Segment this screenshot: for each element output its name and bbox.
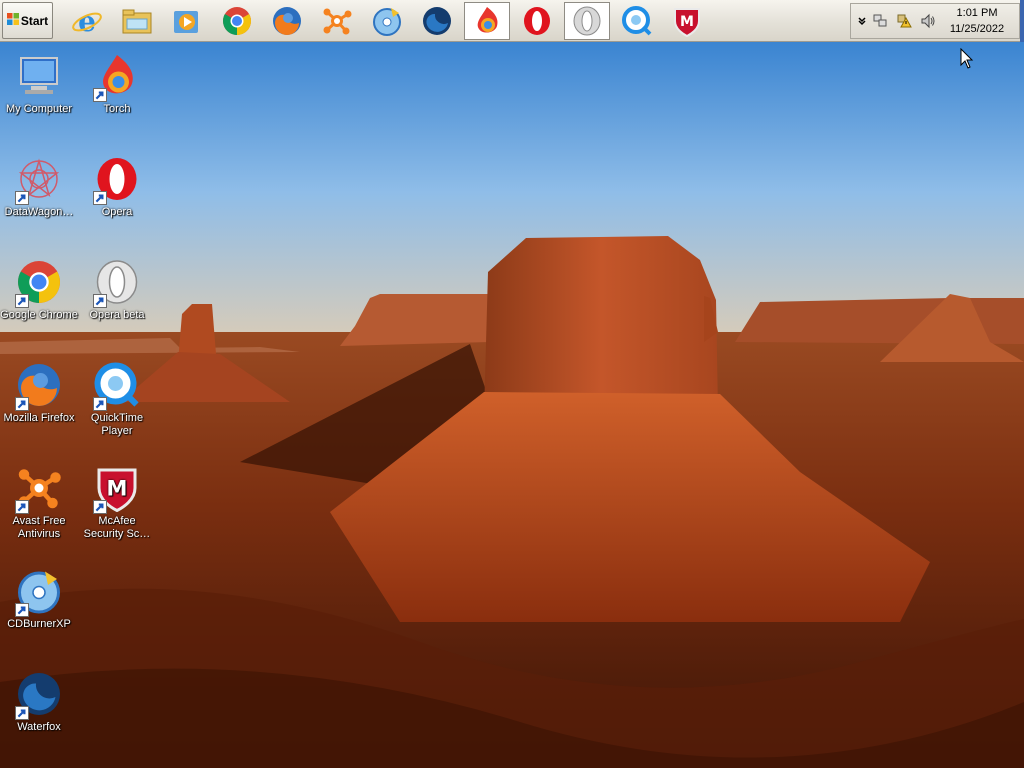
desktop-icon-opera[interactable]: Opera: [78, 155, 156, 219]
desktop-icon-mozilla-firefox[interactable]: Mozilla Firefox: [0, 361, 78, 425]
quick-launch-torch[interactable]: [464, 2, 510, 40]
quick-launch-opera-beta[interactable]: [564, 2, 610, 40]
svg-text:M: M: [680, 14, 694, 30]
desktop-icon-label: Opera: [101, 206, 133, 218]
desktop-icon-cdburnerxp[interactable]: CDBurnerXP: [0, 567, 78, 631]
desktop-icon-label: DataWagon…: [4, 206, 74, 218]
security-warning-icon[interactable]: [895, 12, 913, 30]
desktop-icon-my-computer[interactable]: My Computer: [0, 52, 78, 116]
quick-launch-mcafee[interactable]: M: [664, 2, 710, 40]
quick-launch-windows-explorer[interactable]: [114, 2, 160, 40]
desktop[interactable]: My Computer DataWagon… Google Chrome Moz…: [0, 42, 1024, 768]
shortcut-arrow-icon: [93, 88, 107, 102]
desktop-icon-torch[interactable]: Torch: [78, 52, 156, 116]
quick-launch-media-player[interactable]: [164, 2, 210, 40]
desktop-icon-label: Torch: [103, 103, 131, 115]
shortcut-arrow-icon: [93, 500, 107, 514]
quick-launch-mozilla-firefox[interactable]: [264, 2, 310, 40]
shortcut-arrow-icon: [93, 191, 107, 205]
desktop-icon-label: Opera beta: [89, 309, 145, 321]
desktop-icon-avast[interactable]: Avast Free Antivirus: [0, 464, 78, 541]
desktop-icon-opera-beta[interactable]: Opera beta: [78, 258, 156, 322]
mouse-cursor-icon: [960, 48, 974, 69]
show-desktop-button[interactable]: [1020, 0, 1024, 42]
desktop-icon-label: Avast Free Antivirus: [12, 515, 66, 540]
shortcut-arrow-icon: [15, 294, 29, 308]
quick-launch-waterfox[interactable]: [414, 2, 460, 40]
cdburner-icon: [373, 8, 401, 36]
chevron-down-icon[interactable]: [853, 12, 871, 30]
shortcut-arrow-icon: [93, 397, 107, 411]
volume-icon[interactable]: [919, 12, 937, 30]
quick-launch-avast[interactable]: [314, 2, 360, 40]
shortcut-arrow-icon: [15, 603, 29, 617]
desktop-icon-label: McAfee Security Sc…: [83, 515, 151, 540]
waterfox-icon: [423, 7, 451, 35]
torch-icon: [477, 7, 498, 33]
folder-icon: [122, 9, 152, 34]
clock-date[interactable]: 11/25/2022: [943, 23, 1011, 35]
svg-text:e: e: [78, 5, 96, 37]
system-tray: 1:01 PM 11/25/2022: [850, 3, 1020, 39]
quick-launch-internet-explorer[interactable]: e: [64, 2, 110, 40]
firefox-icon: [273, 7, 301, 35]
start-label: Start: [20, 13, 49, 28]
chrome-icon: [223, 7, 251, 35]
shortcut-arrow-icon: [15, 397, 29, 411]
shortcut-arrow-icon: [15, 191, 29, 205]
desktop-icon-quicktime[interactable]: QuickTime Player: [78, 361, 156, 438]
desktop-icon-mcafee[interactable]: M McAfee Security Sc…: [78, 464, 156, 541]
avast-icon: [323, 8, 352, 35]
svg-text:M: M: [107, 477, 128, 501]
shortcut-arrow-icon: [15, 706, 29, 720]
ie-icon: e: [72, 5, 102, 37]
computer-icon: [20, 57, 58, 94]
start-button[interactable]: Start: [2, 2, 53, 39]
opera-icon: [524, 7, 550, 35]
quick-launch-opera[interactable]: [514, 2, 560, 40]
desktop-icon-label: Google Chrome: [0, 309, 78, 321]
desktop-icon-google-chrome[interactable]: Google Chrome: [0, 258, 78, 322]
desktop-icon-datawagon[interactable]: DataWagon…: [0, 155, 78, 219]
desktop-icon-label: Waterfox: [17, 721, 61, 733]
quick-launch-quicktime[interactable]: [614, 2, 660, 40]
taskbar: Start e M 1:01 PM 11/25/2022: [0, 0, 1024, 42]
opera-beta-icon: [573, 6, 601, 36]
desktop-icon-waterfox[interactable]: Waterfox: [0, 670, 78, 734]
quicktime-icon: [622, 6, 652, 36]
network-icon[interactable]: [871, 12, 889, 30]
mcafee-icon: M: [674, 8, 700, 37]
desktop-icon-label: Mozilla Firefox: [3, 412, 75, 424]
media-player-icon: [174, 11, 198, 33]
desktop-icon-label: My Computer: [5, 103, 73, 115]
desktop-icon-label: CDBurnerXP: [7, 618, 71, 630]
quick-launch-google-chrome[interactable]: [214, 2, 260, 40]
desktop-icon-label: QuickTime Player: [90, 412, 144, 437]
windows-logo-icon: [6, 13, 19, 28]
quick-launch-cdburnerxp[interactable]: [364, 2, 410, 40]
clock-time[interactable]: 1:01 PM: [943, 7, 1011, 19]
shortcut-arrow-icon: [93, 294, 107, 308]
shortcut-arrow-icon: [15, 500, 29, 514]
